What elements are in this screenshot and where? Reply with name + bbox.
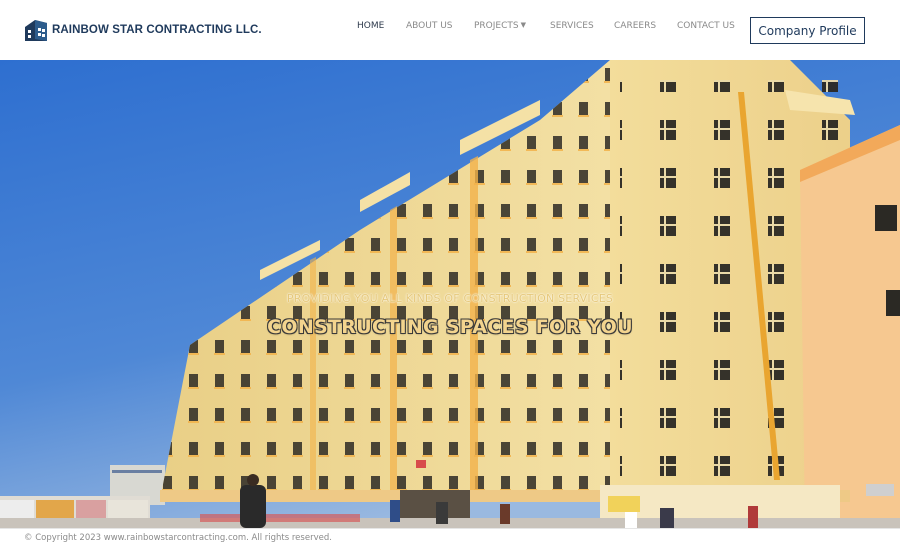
caret-down-icon: ▼ bbox=[520, 21, 526, 29]
nav-contact-us[interactable]: CONTACT US bbox=[677, 21, 735, 31]
nav-about-us[interactable]: ABOUT US bbox=[406, 21, 453, 31]
hero-building-image bbox=[0, 60, 900, 528]
company-profile-button[interactable]: Company Profile bbox=[750, 17, 865, 44]
brand[interactable]: RAINBOW STAR CONTRACTING LLC. bbox=[24, 18, 262, 42]
nav-home-label: HOME bbox=[357, 21, 385, 31]
brand-name: RAINBOW STAR CONTRACTING LLC. bbox=[52, 24, 262, 36]
nav-services-label: SERVICES bbox=[550, 21, 594, 31]
nav-home[interactable]: HOME bbox=[357, 21, 384, 31]
nav-contact-us-label: CONTACT US bbox=[677, 21, 735, 31]
site-footer: © Copyright 2023 www.rainbowstarcontract… bbox=[0, 528, 900, 554]
nav-services[interactable]: SERVICES bbox=[550, 21, 594, 31]
nav-about-us-label: ABOUT US bbox=[406, 21, 453, 31]
nav-careers[interactable]: CAREERS bbox=[614, 21, 656, 31]
nav-careers-label: CAREERS bbox=[614, 21, 657, 31]
nav-projects[interactable]: PROJECTS ▼ bbox=[474, 21, 526, 31]
site-header: RAINBOW STAR CONTRACTING LLC. HOME ABOUT… bbox=[0, 0, 900, 60]
hero-banner: PROVIDING YOU ALL KINDS OF CONSTRUCTION … bbox=[0, 60, 900, 528]
building-logo-icon bbox=[25, 20, 47, 41]
copyright-text: © Copyright 2023 www.rainbowstarcontract… bbox=[24, 533, 332, 543]
nav-projects-label: PROJECTS bbox=[474, 21, 519, 31]
